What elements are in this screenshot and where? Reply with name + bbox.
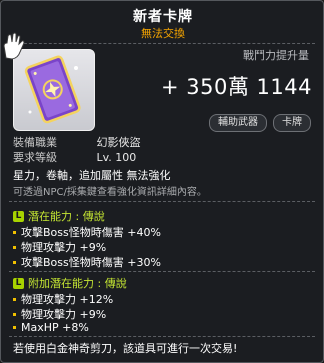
L-grade-icon: L [13, 210, 24, 222]
bullet-icon [13, 260, 16, 264]
scissors-trade-hint: 若使用白金神奇剪刀，該道具可進行一次交易! [13, 342, 238, 355]
L-grade-icon: L [13, 277, 24, 289]
power-prefix: + [161, 75, 180, 99]
divider [9, 43, 315, 45]
power-increase-label: 戰鬥力提升量 [243, 49, 309, 62]
bonus-potential-label: 附加潛在能力 : 傳說 [28, 277, 127, 290]
potential-label: 潛在能力 : 傳說 [28, 210, 105, 223]
purple-card-icon [24, 55, 81, 124]
power-increase-value: + 350萬 1144 [161, 71, 312, 101]
potential-line: 攻擊Boss怪物時傷害 +40% [13, 224, 161, 240]
potential-header: L 潛在能力 : 傳說 [13, 208, 105, 224]
potential-line: 物理攻擊力 +9% [13, 239, 106, 255]
enhance-info-hint: 可透過NPC/採集鍵查看強化資訊詳細內容。 [13, 187, 207, 198]
bullet-icon [13, 230, 16, 234]
potential-line: 攻擊Boss怪物時傷害 +30% [13, 254, 161, 270]
bonus-potential-line: 物理攻擊力 +9% [13, 306, 106, 322]
bullet-icon [13, 312, 16, 316]
bullet-icon [13, 245, 16, 249]
item-title: 新者卡牌 [133, 9, 193, 25]
item-tooltip: 新者卡牌 無法交換 戰鬥力提升量 + 350萬 1144 輔助武器 卡牌 裝備職… [0, 0, 324, 363]
bonus-potential-text: 物理攻擊力 +9% [21, 308, 107, 321]
potential-text: 攻擊Boss怪物時傷害 +40% [21, 226, 161, 239]
enhance-restriction: 星力，卷軸，追加屬性 無法強化 [13, 169, 171, 182]
stat-row-level: 要求等級 Lv. 100 [13, 149, 136, 165]
bullet-icon [13, 297, 16, 301]
stat-value: 幻影俠盜 [96, 136, 141, 149]
stat-key: 裝備職業 [13, 136, 57, 149]
stat-value: Lv. 100 [96, 151, 137, 164]
bonus-potential-header: L 附加潛在能力 : 傳說 [13, 275, 127, 291]
bonus-potential-line: MaxHP +8% [13, 321, 89, 334]
bonus-potential-text: MaxHP +8% [21, 321, 89, 334]
power-number: 350萬 1144 [186, 75, 312, 99]
divider [9, 271, 315, 273]
potential-text: 攻擊Boss怪物時傷害 +30% [21, 256, 161, 269]
stat-row-job: 裝備職業 幻影俠盜 [13, 134, 141, 150]
trade-status: 無法交換 [141, 27, 185, 40]
bonus-potential-line: 物理攻擊力 +12% [13, 291, 113, 307]
glove-cursor-icon [3, 32, 25, 60]
item-tags: 輔助武器 卡牌 [209, 114, 311, 132]
bullet-icon [13, 326, 16, 329]
tag-card: 卡牌 [273, 114, 311, 132]
stat-key: 要求等級 [13, 151, 57, 164]
tag-secondary-weapon: 輔助武器 [209, 114, 267, 132]
potential-text: 物理攻擊力 +9% [21, 241, 107, 254]
divider [9, 201, 315, 203]
bonus-potential-text: 物理攻擊力 +12% [21, 293, 114, 306]
divider [9, 336, 315, 338]
